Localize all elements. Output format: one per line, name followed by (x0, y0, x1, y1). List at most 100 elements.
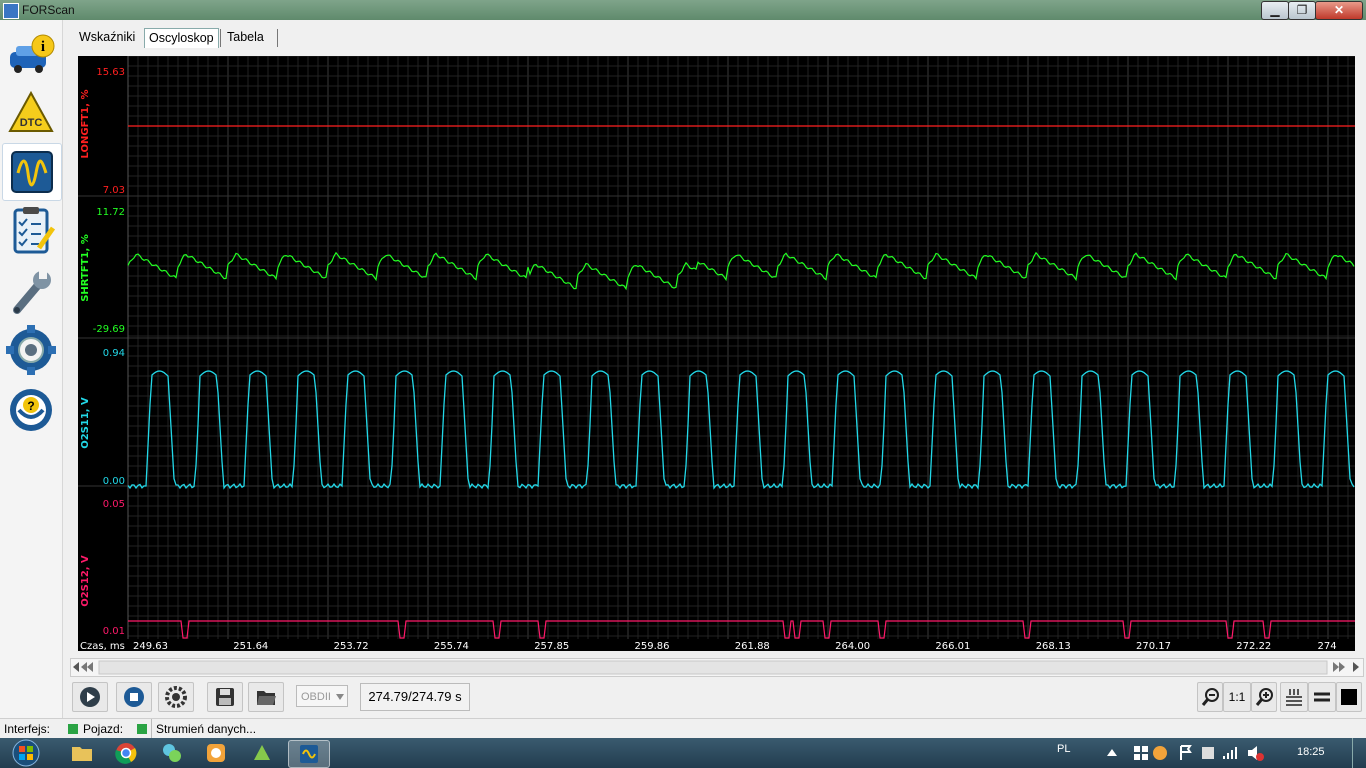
grid-lines-icon (1286, 689, 1302, 706)
time-tick-label: 274 (1318, 641, 1337, 651)
taskbar-messenger[interactable] (152, 740, 192, 766)
window-title: FORScan (22, 3, 75, 17)
tab-separator (220, 29, 221, 47)
sidebar-item-oscilloscope[interactable] (2, 143, 62, 201)
time-tick-label: 261.88 (735, 641, 770, 651)
channel-max-longft1: 15.63 (96, 67, 125, 78)
start-button[interactable] (4, 739, 48, 767)
folder-icon (72, 747, 92, 761)
trace-o2s11 (127, 370, 1355, 490)
taskbar-forscan[interactable] (288, 740, 330, 768)
grid-fine-button[interactable] (1280, 682, 1308, 712)
chrome-icon (115, 743, 137, 764)
clock: 18:25 (1297, 746, 1325, 758)
app-orange-icon (207, 744, 225, 762)
time-scrollbar[interactable] (70, 658, 1364, 677)
time-tick-label: 268.13 (1036, 641, 1071, 651)
sidebar-item-service[interactable] (2, 263, 60, 319)
zoom-reset-button[interactable]: 1:1 (1223, 682, 1251, 712)
sidebar-item-checklist[interactable] (2, 203, 60, 259)
zoom-in-icon (1255, 688, 1273, 706)
time-tick-label: 272.22 (1236, 641, 1271, 651)
windows-start-icon (12, 739, 40, 767)
tab-tabela[interactable]: Tabela (223, 28, 268, 47)
time-tick-label: 266.01 (935, 641, 970, 651)
zoom-out-icon (1201, 688, 1219, 706)
wrench-icon (13, 270, 51, 314)
svg-text:i: i (41, 39, 45, 55)
scrollbar-arrows (73, 660, 1359, 675)
sidebar-item-help[interactable]: ? (2, 381, 60, 437)
time-tick-label: 257.85 (534, 641, 569, 651)
app-green-icon (254, 745, 270, 760)
app-icon (3, 3, 19, 19)
sidebar-item-vehicle-info[interactable]: i (2, 26, 60, 82)
taskbar: PL 18:25 (0, 738, 1366, 768)
maximize-button[interactable]: ❐ (1288, 1, 1316, 20)
channel-label-shrtft1: SHRTFT1, % (80, 234, 91, 302)
sidebar: i DTC ? (0, 20, 63, 720)
channel-max-shrtft1: 11.72 (96, 207, 125, 218)
taskbar-app-green[interactable] (242, 740, 282, 766)
stop-button[interactable] (116, 682, 152, 712)
play-button[interactable] (72, 682, 108, 712)
time-tick-label: 259.86 (635, 641, 670, 651)
sidebar-item-settings[interactable] (2, 322, 60, 378)
stop-icon (124, 687, 144, 707)
channel-label-o2s12: O2S12, V (80, 555, 91, 607)
background-toggle-button[interactable] (1336, 682, 1362, 712)
trace-shrtft1 (127, 251, 1355, 291)
close-button[interactable]: ✕ (1315, 1, 1363, 20)
channel-min-longft1: 7.03 (103, 185, 125, 196)
interface-label: Interfejs: (4, 722, 51, 736)
taskbar-explorer[interactable] (62, 740, 102, 766)
zoom-out-button[interactable] (1197, 682, 1223, 712)
plot-grid (78, 56, 1355, 639)
grid-coarse-button[interactable] (1308, 682, 1336, 712)
time-tick-label: 255.74 (434, 641, 469, 651)
language-indicator[interactable]: PL (1057, 743, 1070, 755)
folder-open-icon (257, 691, 276, 705)
vehicle-label: Pojazd: (83, 722, 124, 736)
tab-wskazniki[interactable]: Wskaźniki (75, 28, 139, 47)
minimize-button[interactable]: ▁ (1261, 1, 1289, 20)
channel-label-longft1: LONGFT1, % (80, 89, 91, 158)
save-button[interactable] (207, 682, 243, 712)
car-info-icon: i (10, 34, 55, 73)
oscilloscope-plot[interactable]: LONGFT1, % 15.63 7.03 SHRTFT1, % 11.72 -… (78, 56, 1355, 651)
status-bar: Interfejs: Pojazd: Strumień danych... (0, 718, 1366, 739)
zoom-in-button[interactable] (1251, 682, 1277, 712)
dtc-warning-icon: DTC (8, 90, 54, 132)
tab-separator (277, 29, 278, 47)
svg-text:?: ? (27, 399, 34, 413)
channel-max-o2s12: 0.05 (103, 499, 125, 510)
show-desktop-button[interactable] (1352, 738, 1366, 768)
title-bar: FORScan ▁ ❐ ✕ (0, 0, 1366, 20)
time-readout: 274.79/274.79 s (360, 683, 470, 711)
channel-min-o2s12: 0.01 (103, 626, 125, 637)
channel-min-o2s11: 0.00 (103, 476, 125, 487)
protocol-select[interactable]: OBDII (296, 685, 348, 707)
scope-settings-button[interactable] (158, 682, 194, 712)
status-divider (151, 719, 152, 739)
oscilloscope-icon (11, 151, 53, 193)
taskbar-chrome[interactable] (106, 740, 146, 766)
time-tick-label: 264.00 (835, 641, 870, 651)
messenger-icon (163, 744, 181, 762)
system-tray-icons[interactable] (1104, 742, 1314, 764)
tab-oscyloskop[interactable]: Oscyloskop (144, 28, 219, 48)
gear-icon (6, 325, 56, 375)
black-square-icon (1341, 689, 1357, 705)
horizontal-lines-icon (1314, 692, 1330, 702)
gear-icon (165, 686, 187, 708)
interface-status-indicator (68, 724, 78, 734)
taskbar-app-orange[interactable] (196, 740, 236, 766)
open-file-button[interactable] (248, 682, 284, 712)
help-icon: ? (10, 389, 52, 431)
forscan-icon (300, 745, 318, 763)
time-tick-label: 251.64 (233, 641, 268, 651)
channel-max-o2s11: 0.94 (103, 348, 125, 359)
sidebar-item-dtc[interactable]: DTC (2, 84, 60, 140)
checklist-icon (13, 207, 55, 254)
dtc-label: DTC (20, 117, 43, 129)
